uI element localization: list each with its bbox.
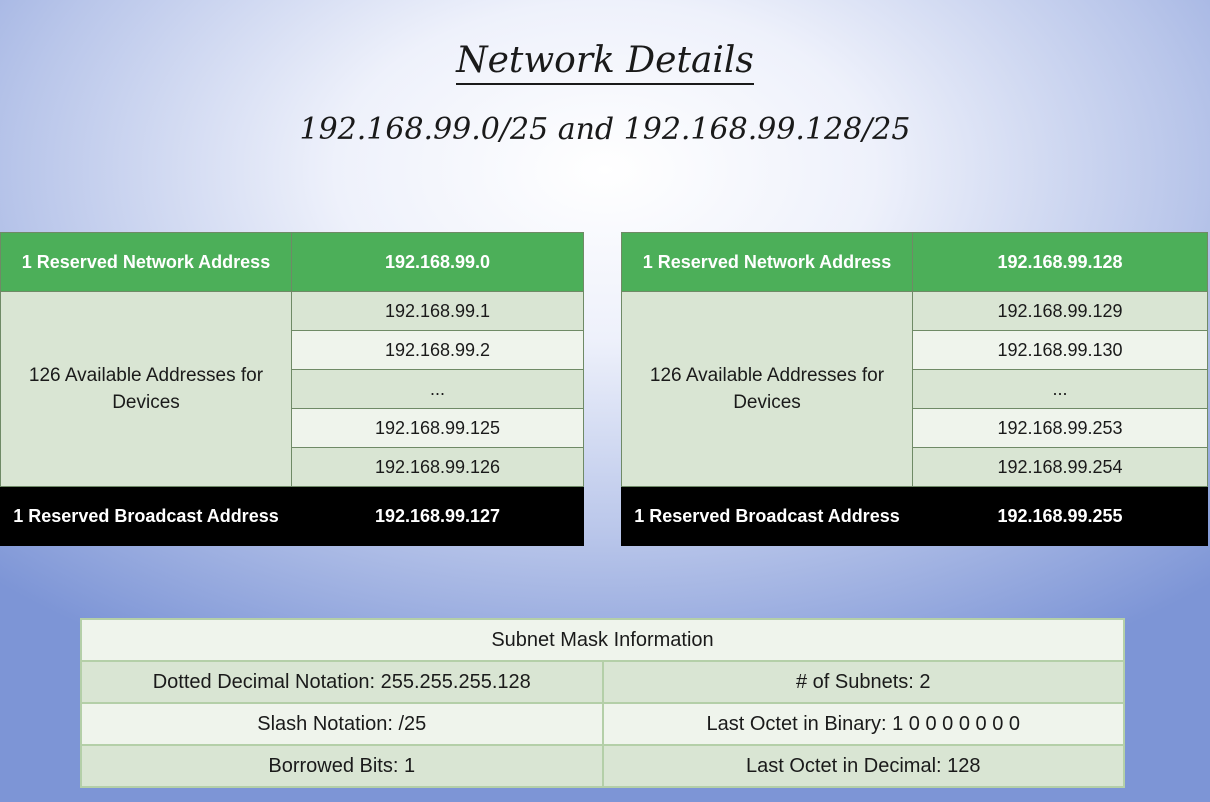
- address-cell: 192.168.99.253: [912, 408, 1208, 448]
- broadcast-address-label: 1 Reserved Broadcast Address: [621, 486, 913, 546]
- available-addresses-label: 126 Available Addresses for Devices: [0, 291, 292, 487]
- broadcast-address-row: 1 Reserved Broadcast Address 192.168.99.…: [0, 486, 584, 546]
- address-cell: 192.168.99.254: [912, 447, 1208, 487]
- network-table-left: 1 Reserved Network Address 192.168.99.0 …: [0, 232, 584, 546]
- address-cell: 192.168.99.126: [291, 447, 584, 487]
- network-address-row: 1 Reserved Network Address 192.168.99.12…: [621, 232, 1208, 292]
- address-row: 126 Available Addresses for Devices 192.…: [0, 291, 584, 487]
- network-address-label: 1 Reserved Network Address: [0, 232, 292, 292]
- network-address-value: 192.168.99.128: [912, 232, 1208, 292]
- borrowed-bits-cell: Borrowed Bits: 1: [80, 744, 604, 788]
- address-cell: ...: [912, 369, 1208, 409]
- page-title: Network Details: [0, 40, 1210, 85]
- mask-header-row: Subnet Mask Information: [80, 618, 1125, 662]
- network-address-label: 1 Reserved Network Address: [621, 232, 913, 292]
- network-address-value: 192.168.99.0: [291, 232, 584, 292]
- subnet-count-cell: # of Subnets: 2: [601, 660, 1125, 704]
- network-table-right: 1 Reserved Network Address 192.168.99.12…: [621, 232, 1208, 546]
- broadcast-address-label: 1 Reserved Broadcast Address: [0, 486, 292, 546]
- network-address-row: 1 Reserved Network Address 192.168.99.0: [0, 232, 584, 292]
- mask-header: Subnet Mask Information: [80, 618, 1125, 662]
- dotted-decimal-cell: Dotted Decimal Notation: 255.255.255.128: [80, 660, 604, 704]
- address-cell: 192.168.99.130: [912, 330, 1208, 370]
- address-cell: 192.168.99.2: [291, 330, 584, 370]
- address-cell: 192.168.99.1: [291, 291, 584, 331]
- mask-row: Borrowed Bits: 1 Last Octet in Decimal: …: [80, 744, 1125, 788]
- slash-notation-cell: Slash Notation: /25: [80, 702, 604, 746]
- available-addresses-label: 126 Available Addresses for Devices: [621, 291, 913, 487]
- broadcast-address-value: 192.168.99.127: [291, 486, 584, 546]
- mask-row: Dotted Decimal Notation: 255.255.255.128…: [80, 660, 1125, 704]
- decimal-octet-cell: Last Octet in Decimal: 128: [601, 744, 1125, 788]
- address-cell: ...: [291, 369, 584, 409]
- mask-row: Slash Notation: /25 Last Octet in Binary…: [80, 702, 1125, 746]
- subnet-mask-table: Subnet Mask Information Dotted Decimal N…: [80, 618, 1125, 788]
- address-cell: 192.168.99.125: [291, 408, 584, 448]
- address-row: 126 Available Addresses for Devices 192.…: [621, 291, 1208, 487]
- broadcast-address-value: 192.168.99.255: [912, 486, 1208, 546]
- broadcast-address-row: 1 Reserved Broadcast Address 192.168.99.…: [621, 486, 1208, 546]
- title-text: Network Details: [456, 40, 754, 85]
- page-subtitle: 192.168.99.0/25 and 192.168.99.128/25: [299, 112, 911, 147]
- address-cell: 192.168.99.129: [912, 291, 1208, 331]
- binary-octet-cell: Last Octet in Binary: 1 0 0 0 0 0 0 0: [601, 702, 1125, 746]
